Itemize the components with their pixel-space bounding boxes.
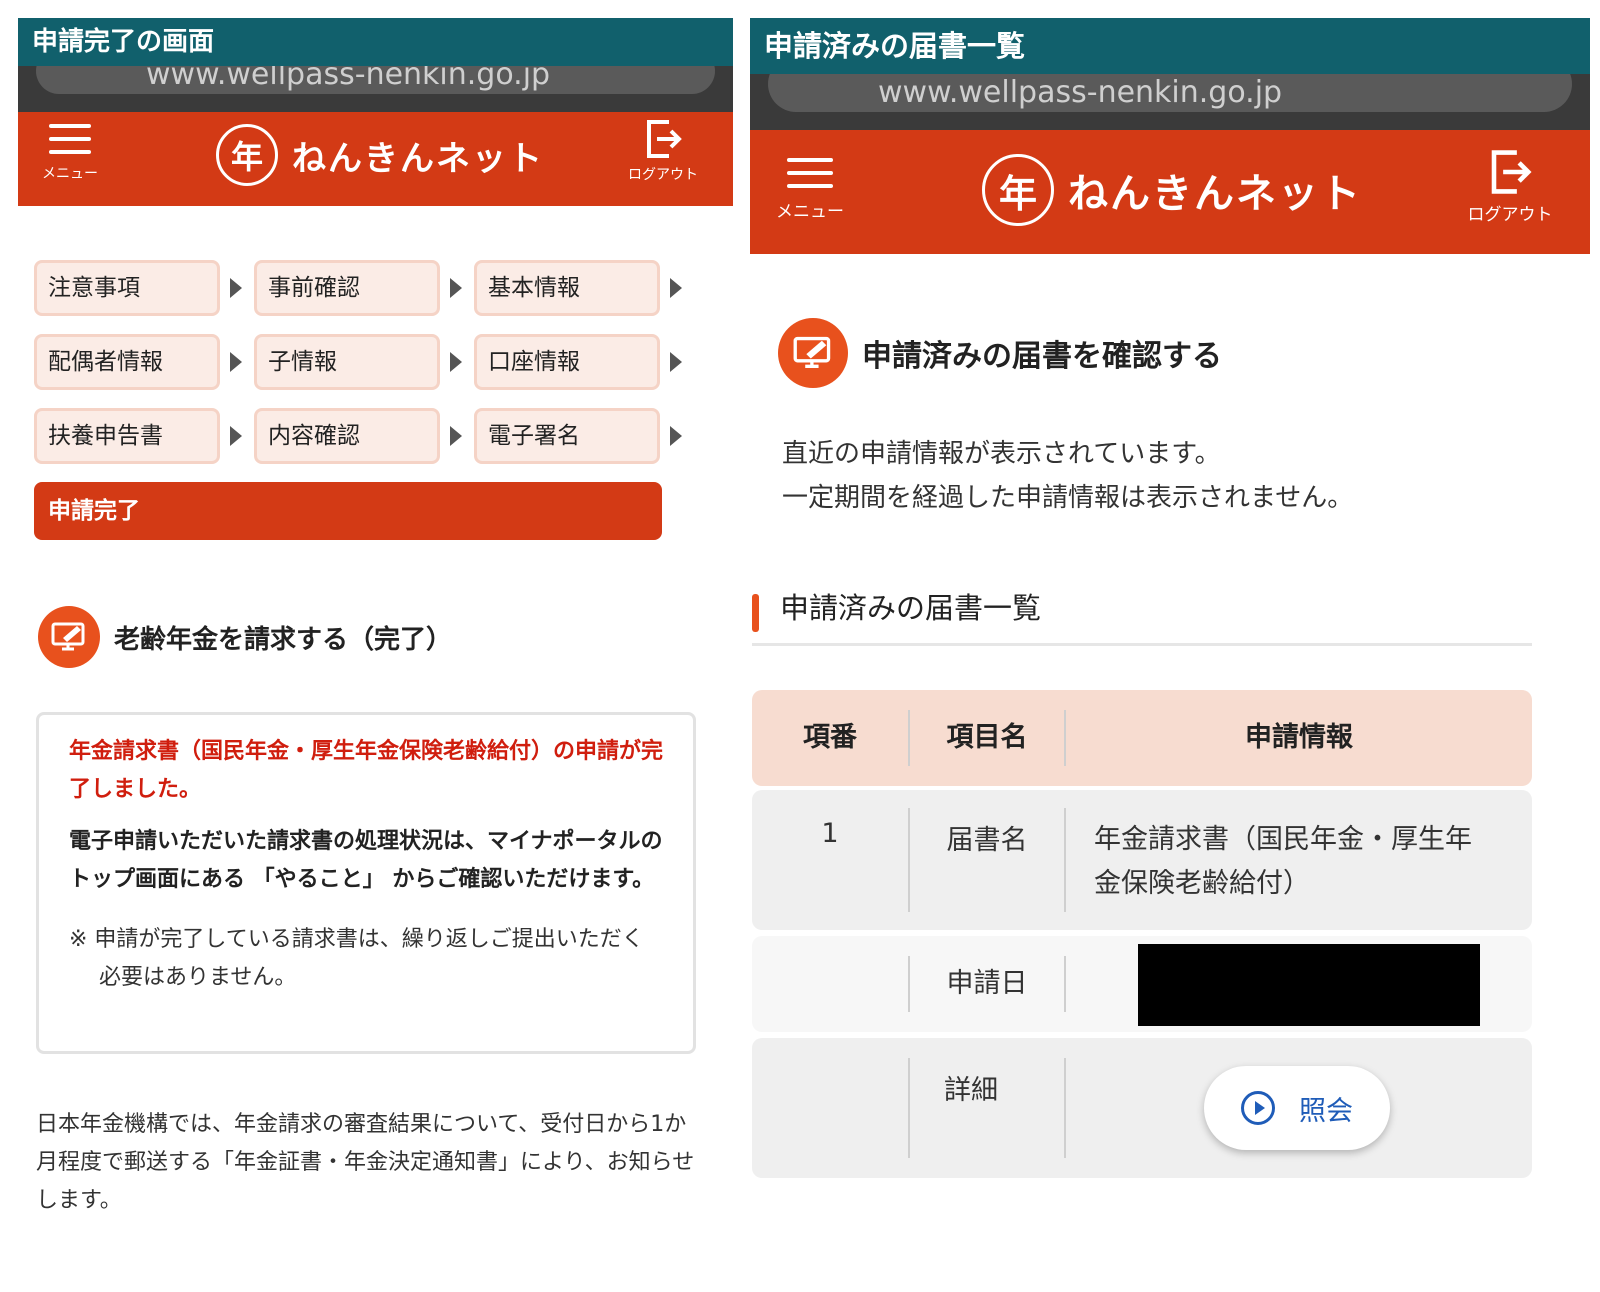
step-arrow-icon (670, 278, 682, 298)
row-number: 1 (821, 818, 839, 849)
browser-url-bar[interactable]: www.wellpass-nenkin.go.jp (750, 56, 1590, 130)
list-description: 直近の申請情報が表示されています。 一定期間を経過した申請情報は表示されません。 (782, 432, 1353, 520)
step-arrow-icon (450, 278, 462, 298)
step-dependent-form: 扶養申告書 (34, 408, 220, 464)
header-number: 項番 (803, 722, 857, 753)
heading-accent-bar (752, 594, 759, 632)
description-line-1: 直近の申請情報が表示されています。 (782, 439, 1221, 469)
step-arrow-icon (230, 426, 242, 446)
step-arrow-icon (230, 278, 242, 298)
nenkin-net-logo[interactable]: 年 ねんきんネット (216, 124, 544, 186)
form-name-value: 年金請求書（国民年金・厚生年 金保険老齢給付） (1094, 790, 1524, 930)
step-review: 内容確認 (254, 408, 440, 464)
view-detail-label: 照会 (1299, 1095, 1353, 1127)
menu-button[interactable]: メニュー (770, 154, 850, 222)
column-divider (1064, 1058, 1066, 1158)
form-name-line-2: 金保険老齢給付） (1094, 868, 1310, 899)
table-header-row: 項番 項目名 申請情報 (752, 690, 1532, 786)
screen-caption: 申請済みの届書一覧 (750, 18, 1590, 74)
column-divider (1064, 956, 1066, 1012)
step-notes: 注意事項 (34, 260, 220, 316)
completion-notice: 年金請求書（国民年金・厚生年金保険老齢給付）の申請が完了しました。 電子申請いた… (36, 712, 696, 1054)
pension-seal-icon: 年 (216, 124, 278, 186)
app-name: ねんきんネット (292, 138, 544, 179)
section-title: 老齢年金を請求する（完了） (38, 606, 452, 668)
pc-edit-icon (778, 318, 848, 388)
hamburger-icon (49, 124, 91, 154)
pension-seal-icon: 年 (982, 154, 1054, 226)
menu-label: メニュー (776, 202, 844, 222)
list-heading: 申請済みの届書一覧 (752, 586, 1532, 646)
step-e-signature: 電子署名 (474, 408, 660, 464)
completion-screen: 申請完了の画面 www.wellpass-nenkin.go.jp メニュー 年… (18, 0, 733, 1292)
header-application-info: 申請情報 (1245, 722, 1353, 753)
table-row: 申請日 (752, 936, 1532, 1032)
resubmit-note: ※ 申請が完了している請求書は、繰り返しご提出いただく必要はありません。 (69, 927, 644, 990)
logout-icon (647, 120, 682, 158)
menu-label: メニュー (42, 166, 98, 182)
nenkin-net-logo[interactable]: 年 ねんきんネット (982, 154, 1362, 226)
step-basic-info: 基本情報 (474, 260, 660, 316)
logout-button[interactable]: ログアウト (618, 118, 708, 184)
url-text: www.wellpass-nenkin.go.jp (878, 75, 1283, 110)
section-title-text: 老齢年金を請求する（完了） (114, 624, 453, 655)
step-child-info: 子情報 (254, 334, 440, 390)
screen-caption: 申請完了の画面 (18, 18, 733, 66)
app-name: ねんきんネット (1068, 171, 1362, 217)
form-name-line-1: 年金請求書（国民年金・厚生年 (1094, 824, 1472, 855)
menu-button[interactable]: メニュー (36, 120, 104, 183)
status-check-message: 電子申請いただいた請求書の処理状況は、マイナポータルのトップ画面にある 「やるこ… (69, 829, 663, 892)
logout-icon (1491, 150, 1532, 194)
step-precheck: 事前確認 (254, 260, 440, 316)
view-detail-button[interactable]: 照会 (1204, 1066, 1390, 1150)
logout-button[interactable]: ログアウト (1462, 148, 1558, 225)
submitted-forms-screen: 申請済みの届書一覧 www.wellpass-nenkin.go.jp メニュー… (750, 0, 1590, 1292)
table-row: 詳細 照会 (752, 1038, 1532, 1178)
step-complete-current: 申請完了 (34, 482, 662, 540)
step-arrow-icon (230, 352, 242, 372)
redacted-date-value (1138, 944, 1480, 1026)
step-spouse-info: 配偶者情報 (34, 334, 220, 390)
app-header: メニュー 年 ねんきんネット ログアウト (18, 112, 733, 206)
item-form-name: 届書名 (946, 825, 1028, 856)
item-application-date: 申請日 (946, 968, 1028, 999)
section-title: 申請済みの届書を確認する (778, 318, 1222, 388)
table-row: 1 届書名 年金請求書（国民年金・厚生年 金保険老齢給付） (752, 790, 1532, 930)
step-arrow-icon (670, 426, 682, 446)
column-divider (1064, 808, 1066, 912)
header-item-name: 項目名 (946, 722, 1028, 753)
completion-message: 年金請求書（国民年金・厚生年金保険老齢給付）の申請が完了しました。 (69, 739, 664, 802)
play-circle-icon (1241, 1091, 1275, 1125)
app-header: メニュー 年 ねんきんネット ログアウト (750, 130, 1590, 254)
list-heading-text: 申請済みの届書一覧 (780, 591, 1042, 625)
step-arrow-icon (450, 352, 462, 372)
step-account-info: 口座情報 (474, 334, 660, 390)
logout-label: ログアウト (628, 167, 698, 183)
logout-label: ログアウト (1467, 205, 1553, 225)
hamburger-icon (787, 158, 833, 188)
result-notification-text: 日本年金機構では、年金請求の審査結果について、受付日から1か月程度で郵送する「年… (36, 1112, 695, 1213)
pc-edit-icon (38, 606, 100, 668)
step-arrow-icon (450, 426, 462, 446)
step-arrow-icon (670, 352, 682, 372)
item-detail: 詳細 (944, 1075, 998, 1106)
section-title-text: 申請済みの届書を確認する (862, 339, 1222, 374)
browser-url-bar[interactable]: www.wellpass-nenkin.go.jp (18, 48, 733, 112)
description-line-2: 一定期間を経過した申請情報は表示されません。 (782, 483, 1354, 513)
